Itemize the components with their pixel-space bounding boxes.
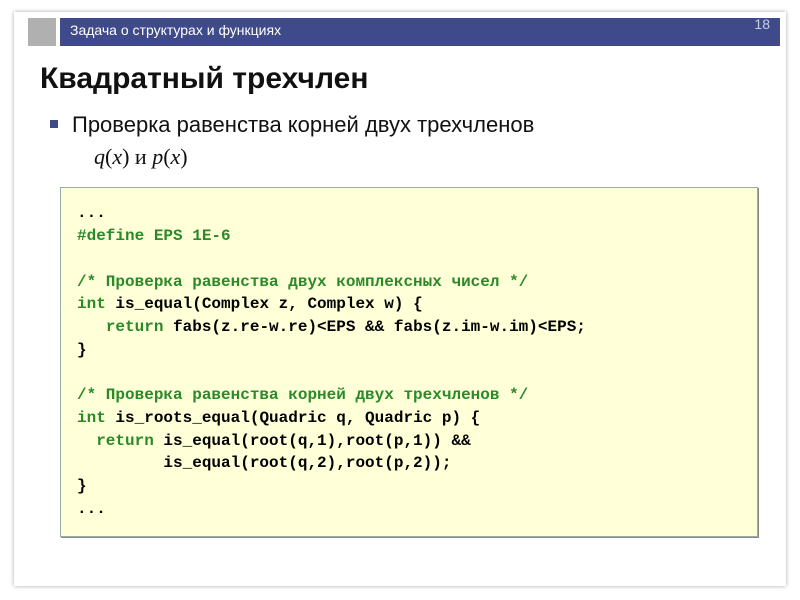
code-box: ... #define EPS 1E-6 /* Проверка равенст… [60, 187, 758, 537]
bullet-item: Проверка равенства корней двух трехчлено… [50, 110, 764, 171]
bullet-text: Проверка равенства корней двух трехчлено… [72, 112, 534, 137]
code-kw: int [77, 409, 106, 427]
math-var-2: x [171, 144, 181, 169]
math-and: и [129, 144, 152, 169]
topbar: Задача о структурах и функциях 18 [20, 18, 780, 46]
code-line: is_equal(root(q,1),root(p,1)) && [154, 432, 471, 450]
slide: Задача о структурах и функциях 18 Квадра… [14, 12, 786, 586]
code-block: ... #define EPS 1E-6 /* Проверка равенст… [77, 202, 741, 520]
code-line: ... [77, 500, 106, 518]
content: Квадратный трехчлен Проверка равенства к… [14, 46, 786, 537]
code-line: is_equal(root(q,2),root(p,2)); [77, 454, 451, 472]
code-line: fabs(z.re-w.re)<EPS && fabs(z.im-w.im)<E… [163, 318, 585, 336]
bullet-list: Проверка равенства корней двух трехчлено… [36, 110, 764, 171]
code-line: } [77, 341, 87, 359]
code-kw: return [96, 432, 154, 450]
math-paren-close-2: ) [180, 144, 187, 169]
topbar-title: Задача о структурах и функциях [70, 22, 281, 38]
topbar-accent-square [28, 18, 56, 46]
code-line: #define EPS 1E-6 [77, 227, 231, 245]
code-indent [77, 318, 106, 336]
page-number: 18 [754, 16, 770, 32]
code-line: /* Проверка равенства двух комплексных ч… [77, 273, 528, 291]
math-p: p [152, 144, 163, 169]
code-line: } [77, 477, 87, 495]
code-line: ... [77, 204, 106, 222]
code-indent [77, 432, 96, 450]
code-line: /* Проверка равенства корней двух трехчл… [77, 386, 528, 404]
bullet-math: q(x) и p(x) [72, 142, 764, 172]
slide-title: Квадратный трехчлен [40, 62, 764, 96]
code-kw: return [106, 318, 164, 336]
code-line: is_equal(Complex z, Complex w) { [106, 295, 423, 313]
math-var-1: x [112, 144, 122, 169]
math-paren-open-2: ( [163, 144, 170, 169]
code-kw: int [77, 295, 106, 313]
math-q: q [94, 144, 105, 169]
code-line: is_roots_equal(Quadric q, Quadric p) { [106, 409, 480, 427]
